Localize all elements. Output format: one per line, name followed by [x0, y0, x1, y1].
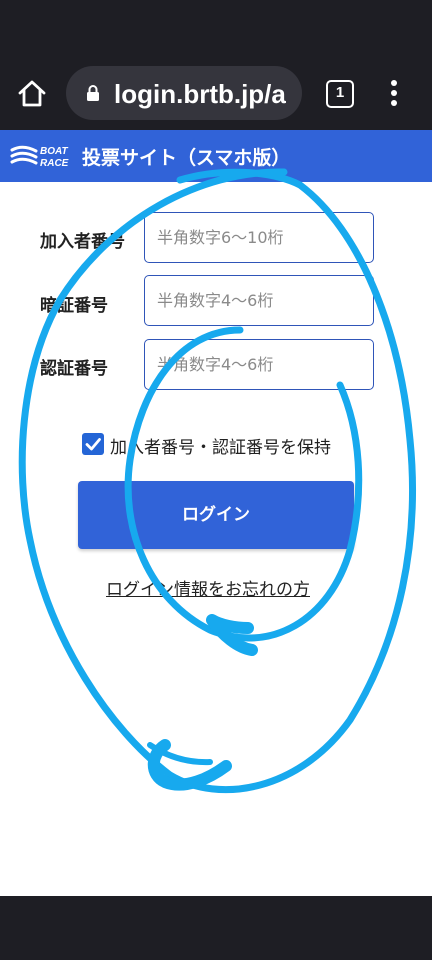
site-header: BOAT RACE 投票サイト（スマホ版）: [0, 130, 432, 182]
status-bar: [0, 0, 432, 56]
tab-switcher-button[interactable]: 1: [326, 80, 354, 108]
member-number-input[interactable]: [144, 212, 374, 263]
browser-menu-button[interactable]: [384, 78, 404, 110]
logo-text-bottom: RACE: [40, 158, 69, 169]
url-text: login.brtb.jp/a: [114, 79, 286, 109]
lock-icon: [87, 85, 99, 101]
tab-count: 1: [335, 84, 345, 101]
check-icon: [85, 438, 101, 451]
logo-text-top: BOAT: [40, 146, 68, 157]
system-navigation-bar: [0, 896, 432, 960]
home-button[interactable]: [16, 78, 48, 110]
forgot-login-link[interactable]: ログイン情報をお忘れの方: [106, 575, 310, 600]
remember-label[interactable]: 加入者番号・認証番号を保持: [110, 433, 331, 458]
member-number-label: 加入者番号: [40, 232, 125, 252]
remember-checkbox[interactable]: [82, 433, 104, 455]
home-icon: [18, 80, 46, 107]
login-button[interactable]: ログイン: [78, 481, 354, 549]
auth-number-label: 認証番号: [40, 359, 108, 379]
pin-input[interactable]: [144, 275, 374, 326]
pin-label: 暗証番号: [40, 296, 108, 316]
site-title: 投票サイト（スマホ版）: [82, 147, 291, 169]
auth-number-input[interactable]: [144, 339, 374, 390]
more-vert-icon: [384, 80, 404, 106]
address-bar[interactable]: login.brtb.jp/a: [66, 66, 302, 120]
boat-race-logo: BOAT RACE: [10, 145, 69, 169]
browser-toolbar: login.brtb.jp/a 1: [0, 56, 432, 130]
login-page: BOAT RACE 投票サイト（スマホ版） 加入者番号 暗証番号 認証番号 加入…: [0, 130, 432, 896]
